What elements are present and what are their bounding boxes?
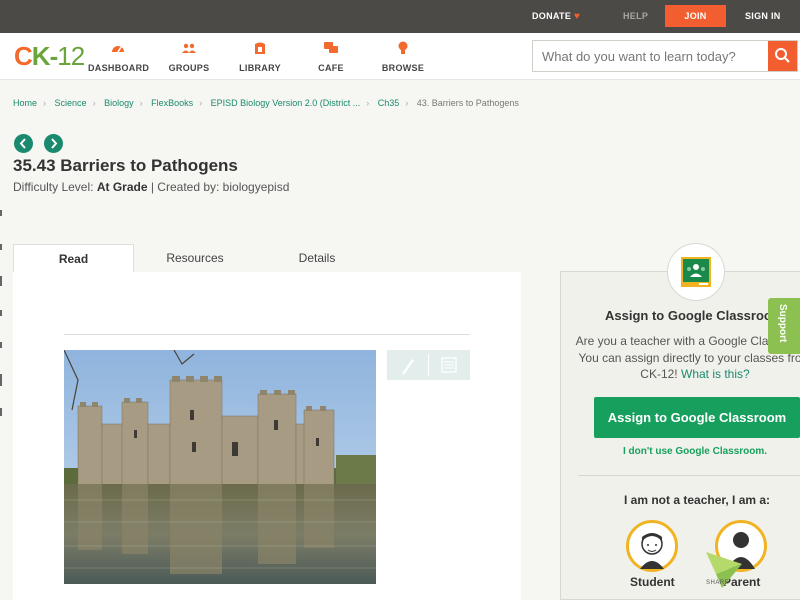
support-tab[interactable]: Support [768, 298, 800, 354]
breadcrumb-separator: › [366, 98, 370, 108]
dashboard-icon [112, 46, 124, 53]
panel-divider [578, 475, 800, 476]
created-by: | Created by: biologyepisd [150, 180, 290, 194]
chevron-right-icon [51, 138, 58, 149]
support-label: Support [777, 304, 788, 343]
not-teacher-label: I am not a teacher, I am a: [624, 493, 771, 507]
annotation-toolbar [387, 350, 470, 380]
share-label: SHARE [706, 580, 730, 586]
left-edge-mark [0, 342, 2, 348]
heart-icon: ♥ [573, 11, 581, 22]
nav-browse[interactable]: BROWSE [380, 41, 426, 73]
nav-groups-label: GROUPS [168, 63, 210, 73]
left-edge-mark [0, 310, 2, 316]
assign-google-classroom-button[interactable]: Assign to Google Classroom [594, 397, 800, 438]
search-box [532, 40, 798, 72]
library-icon [255, 42, 265, 54]
breadcrumb-separator: › [43, 98, 47, 108]
logo-number: 12 [57, 41, 85, 71]
pencil-icon[interactable] [387, 350, 428, 380]
tab-read[interactable]: Read [13, 244, 134, 273]
logo-c: C [14, 41, 33, 71]
search-input[interactable] [533, 41, 769, 71]
nav-library-label: LIBRARY [239, 63, 281, 73]
panel-description: Are you a teacher with a Google Classroo… [575, 333, 800, 383]
page-meta: Difficulty Level: At Grade | Created by:… [13, 180, 289, 194]
lightbulb-icon [398, 41, 408, 54]
breadcrumb-flexbooks[interactable]: FlexBooks [151, 98, 193, 108]
previous-button[interactable] [14, 134, 33, 153]
nav-library[interactable]: LIBRARY [236, 41, 284, 73]
breadcrumb-science[interactable]: Science [55, 98, 87, 108]
page-title: 35.43 Barriers to Pathogens [13, 156, 238, 175]
breadcrumb-biology[interactable]: Biology [104, 98, 134, 108]
donate-label: DONATE [532, 11, 572, 21]
left-edge-mark [0, 374, 2, 386]
join-button[interactable]: JOIN [665, 5, 726, 27]
student-role-button[interactable] [626, 520, 678, 572]
breadcrumb-separator: › [405, 98, 409, 108]
panel-title: Assign to Google Classroom [605, 308, 784, 323]
left-edge-mark [0, 210, 2, 216]
tab-details[interactable]: Details [283, 244, 351, 273]
groups-icon [182, 43, 196, 53]
search-button[interactable] [768, 41, 797, 71]
breadcrumb-separator: › [199, 98, 203, 108]
search-icon [775, 48, 790, 63]
breadcrumb-chapter[interactable]: Ch35 [378, 98, 400, 108]
content-tabs: Read Resources Details [13, 244, 521, 273]
difficulty-value: At Grade [96, 180, 148, 194]
donate-link[interactable]: DONATE ♥ [532, 0, 580, 33]
help-link[interactable]: HELP [623, 0, 648, 33]
logo-k: K [31, 41, 51, 71]
chat-bubble-icon [324, 42, 338, 53]
castle-image [64, 350, 376, 584]
nav-dashboard-label: DASHBOARD [88, 63, 150, 73]
nav-cafe-label: CAFE [318, 63, 344, 73]
no-google-classroom-link[interactable]: I don't use Google Classroom. [623, 446, 767, 457]
nav-browse-label: BROWSE [381, 63, 425, 73]
ck12-logo[interactable]: CK-12 [14, 41, 85, 72]
content-divider [64, 334, 470, 335]
read-content [13, 272, 521, 600]
what-is-this-link[interactable]: What is this? [681, 367, 750, 381]
nav-groups[interactable]: GROUPS [164, 41, 214, 73]
student-avatar-icon [640, 533, 664, 569]
google-classroom-icon [681, 257, 711, 287]
chevron-left-icon [19, 138, 26, 149]
sign-in-link[interactable]: SIGN IN [745, 0, 781, 33]
left-edge-mark [0, 244, 2, 250]
student-label: Student [630, 575, 675, 589]
breadcrumb: Home › Science › Biology › FlexBooks › EPISD… [13, 98, 519, 108]
breadcrumb-separator: › [139, 98, 143, 108]
tab-resources[interactable]: Resources [153, 244, 237, 273]
next-button[interactable] [44, 134, 63, 153]
difficulty-label: Difficulty Level: [13, 180, 94, 194]
breadcrumb-home[interactable]: Home [13, 98, 37, 108]
breadcrumb-separator: › [92, 98, 96, 108]
left-edge-mark [0, 408, 2, 416]
nav-dashboard[interactable]: DASHBOARD [88, 41, 150, 73]
breadcrumb-current: 43. Barriers to Pathogens [416, 98, 519, 108]
notes-icon[interactable] [429, 350, 470, 380]
left-edge-mark [0, 276, 2, 286]
top-bar: DONATE ♥ HELP JOIN SIGN IN [0, 0, 800, 33]
castle-illustration [64, 350, 376, 584]
breadcrumb-book[interactable]: EPISD Biology Version 2.0 (District ... [211, 98, 361, 108]
google-classroom-badge [667, 243, 725, 301]
nav-cafe[interactable]: CAFE [311, 41, 351, 73]
